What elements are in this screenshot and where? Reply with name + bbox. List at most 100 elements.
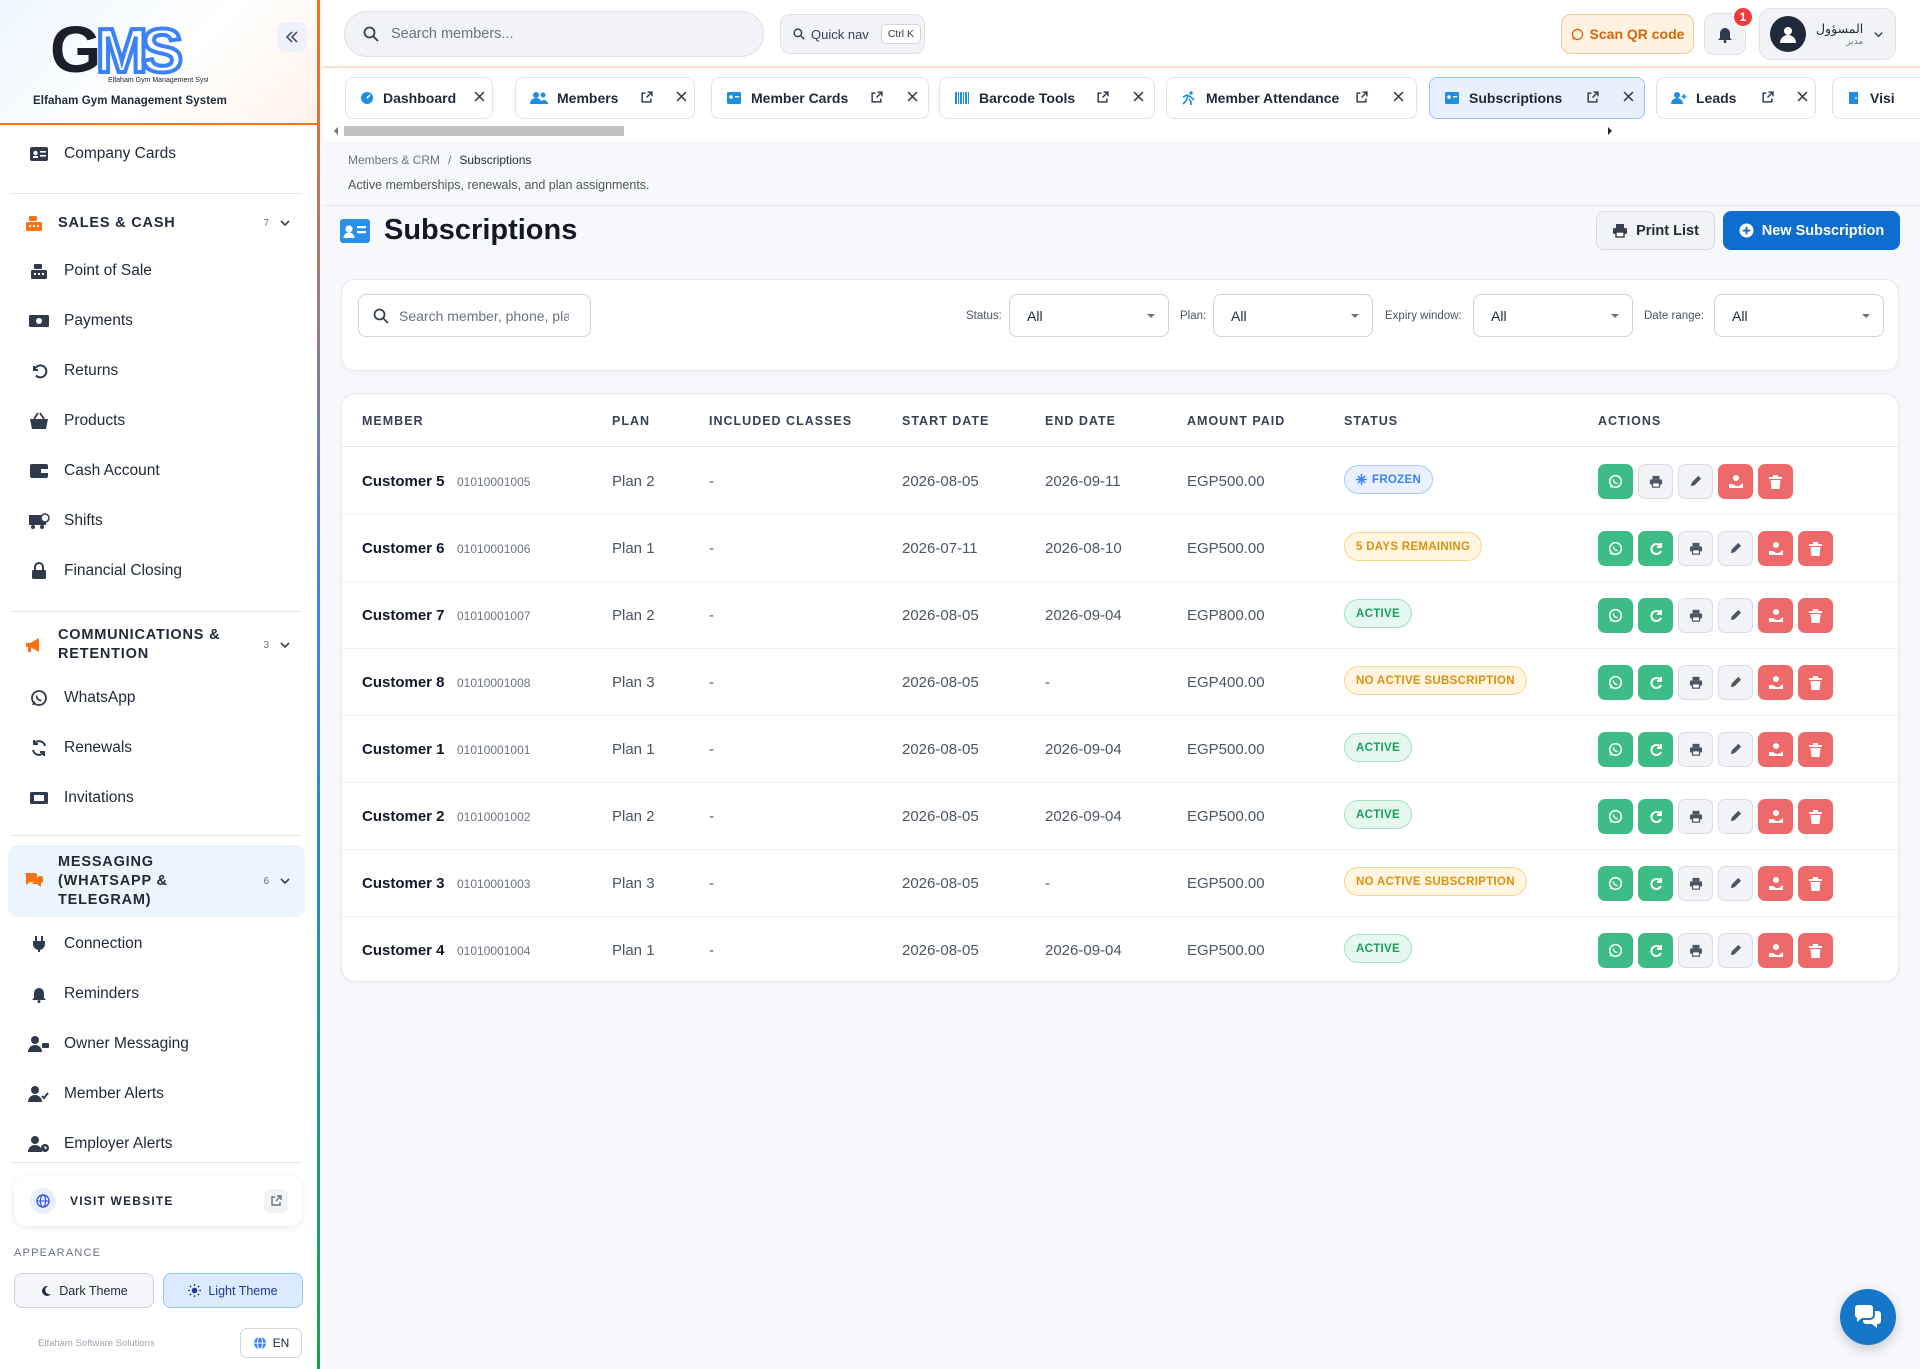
whatsapp-button[interactable] — [1598, 732, 1633, 767]
print-button[interactable] — [1678, 799, 1713, 834]
user-menu[interactable]: المسؤول مدير — [1759, 8, 1896, 60]
edit-button[interactable] — [1718, 732, 1753, 767]
column-header[interactable]: INCLUDED CLASSES — [709, 414, 852, 428]
external-link-icon[interactable] — [1096, 91, 1109, 104]
close-icon[interactable] — [1797, 91, 1808, 102]
sidebar-item-point-of-sale[interactable]: Point of Sale — [0, 246, 305, 296]
new-subscription-button[interactable]: New Subscription — [1723, 211, 1900, 250]
close-icon[interactable] — [676, 91, 687, 102]
whatsapp-button[interactable] — [1598, 598, 1633, 633]
chat-support-button[interactable] — [1840, 1289, 1896, 1345]
table-row[interactable]: Customer 7 01010001007 Plan 2 - 2026-08-05 20… — [342, 582, 1898, 649]
column-header[interactable]: STATUS — [1344, 414, 1398, 428]
external-link-icon[interactable] — [1761, 91, 1774, 104]
scroll-right-icon[interactable] — [1606, 126, 1614, 136]
member-name[interactable]: Customer 4 — [362, 942, 445, 959]
sidebar-item-financial-closing[interactable]: Financial Closing — [0, 546, 305, 596]
close-icon[interactable] — [907, 91, 918, 102]
table-row[interactable]: Customer 5 01010001005 Plan 2 - 2026-08-05 20… — [342, 448, 1898, 515]
print-button[interactable] — [1678, 732, 1713, 767]
whatsapp-button[interactable] — [1598, 464, 1633, 499]
member-name[interactable]: Customer 5 — [362, 473, 445, 490]
collapse-sidebar-button[interactable] — [277, 22, 307, 52]
delete-button[interactable] — [1798, 598, 1833, 633]
table-row[interactable]: Customer 6 01010001006 Plan 1 - 2026-07-11 20… — [342, 515, 1898, 582]
column-header[interactable]: START DATE — [902, 414, 989, 428]
tab-member-cards[interactable]: Member Cards — [711, 77, 929, 119]
external-link-icon[interactable] — [1586, 91, 1599, 104]
delete-button[interactable] — [1798, 799, 1833, 834]
tab-member-attendance[interactable]: Member Attendance — [1166, 77, 1417, 119]
renew-button[interactable] — [1638, 866, 1673, 901]
external-link-icon[interactable] — [870, 91, 883, 104]
tab-barcode-tools[interactable]: Barcode Tools — [939, 77, 1155, 119]
sidebar-item-company-cards[interactable]: Company Cards — [0, 129, 305, 179]
member-name[interactable]: Customer 2 — [362, 808, 445, 825]
renew-button[interactable] — [1638, 933, 1673, 968]
table-row[interactable]: Customer 4 01010001004 Plan 1 - 2026-08-05 20… — [342, 917, 1898, 981]
column-header[interactable]: END DATE — [1045, 414, 1116, 428]
renew-button[interactable] — [1638, 732, 1673, 767]
renew-button[interactable] — [1638, 531, 1673, 566]
delete-button[interactable] — [1798, 531, 1833, 566]
sidebar-item-reminders[interactable]: Reminders — [0, 969, 305, 1019]
refund-button[interactable] — [1758, 799, 1793, 834]
member-search-input[interactable] — [391, 26, 731, 42]
close-icon[interactable] — [1393, 91, 1404, 102]
print-button[interactable] — [1638, 464, 1673, 499]
tabs-scrollbar-thumb[interactable] — [344, 126, 624, 136]
sidebar-item-cash-account[interactable]: Cash Account — [0, 446, 305, 496]
edit-button[interactable] — [1718, 531, 1753, 566]
scan-qr-button[interactable]: Scan QR code — [1561, 14, 1694, 54]
subscription-search-input[interactable] — [399, 307, 569, 324]
sidebar-item-whatsapp[interactable]: WhatsApp — [0, 673, 305, 723]
delete-button[interactable] — [1798, 933, 1833, 968]
sidebar-item-owner-messaging[interactable]: Owner Messaging — [0, 1019, 305, 1069]
external-link-icon[interactable] — [640, 91, 653, 104]
table-row[interactable]: Customer 2 01010001002 Plan 2 - 2026-08-05 20… — [342, 783, 1898, 850]
close-icon[interactable] — [474, 91, 485, 102]
whatsapp-button[interactable] — [1598, 799, 1633, 834]
visit-website-button[interactable]: VISIT WEBSITE — [14, 1176, 302, 1226]
tabs-scrollbar[interactable] — [332, 124, 1614, 136]
edit-button[interactable] — [1678, 464, 1713, 499]
quick-nav-button[interactable]: Quick nav Ctrl K — [780, 14, 925, 54]
delete-button[interactable] — [1798, 866, 1833, 901]
print-list-button[interactable]: Print List — [1596, 211, 1715, 250]
whatsapp-button[interactable] — [1598, 665, 1633, 700]
refund-button[interactable] — [1758, 531, 1793, 566]
column-header[interactable]: PLAN — [612, 414, 650, 428]
member-name[interactable]: Customer 8 — [362, 674, 445, 691]
print-button[interactable] — [1678, 598, 1713, 633]
section-sales-cash[interactable]: SALES & CASH 7 — [8, 203, 305, 243]
scroll-left-icon[interactable] — [332, 126, 340, 136]
renew-button[interactable] — [1638, 598, 1673, 633]
delete-button[interactable] — [1758, 464, 1793, 499]
edit-button[interactable] — [1718, 866, 1753, 901]
refund-button[interactable] — [1758, 665, 1793, 700]
sidebar-item-connection[interactable]: Connection — [0, 919, 305, 969]
section-communications-retention[interactable]: COMMUNICATIONS & RETENTION 3 — [8, 622, 305, 668]
refund-button[interactable] — [1758, 598, 1793, 633]
sidebar-item-renewals[interactable]: Renewals — [0, 723, 305, 773]
column-header[interactable]: MEMBER — [362, 414, 424, 428]
tab-visits[interactable]: Visi — [1832, 77, 1920, 119]
renew-button[interactable] — [1638, 665, 1673, 700]
notifications-button[interactable]: 1 — [1704, 6, 1754, 55]
tab-leads[interactable]: Leads — [1656, 77, 1816, 119]
tab-dashboard[interactable]: Dashboard — [345, 77, 493, 119]
sidebar-item-payments[interactable]: Payments — [0, 296, 305, 346]
sidebar-item-returns[interactable]: Returns — [0, 346, 305, 396]
sidebar-item-member-alerts[interactable]: Member Alerts — [0, 1069, 305, 1119]
tab-subscriptions[interactable]: Subscriptions — [1429, 77, 1645, 119]
column-header[interactable]: ACTIONS — [1598, 414, 1661, 428]
edit-button[interactable] — [1718, 933, 1753, 968]
member-name[interactable]: Customer 6 — [362, 540, 445, 557]
delete-button[interactable] — [1798, 665, 1833, 700]
external-link-icon[interactable] — [1355, 91, 1368, 104]
whatsapp-button[interactable] — [1598, 531, 1633, 566]
status-filter-select[interactable]: All — [1009, 294, 1169, 337]
edit-button[interactable] — [1718, 665, 1753, 700]
sidebar-item-products[interactable]: Products — [0, 396, 305, 446]
print-button[interactable] — [1678, 531, 1713, 566]
